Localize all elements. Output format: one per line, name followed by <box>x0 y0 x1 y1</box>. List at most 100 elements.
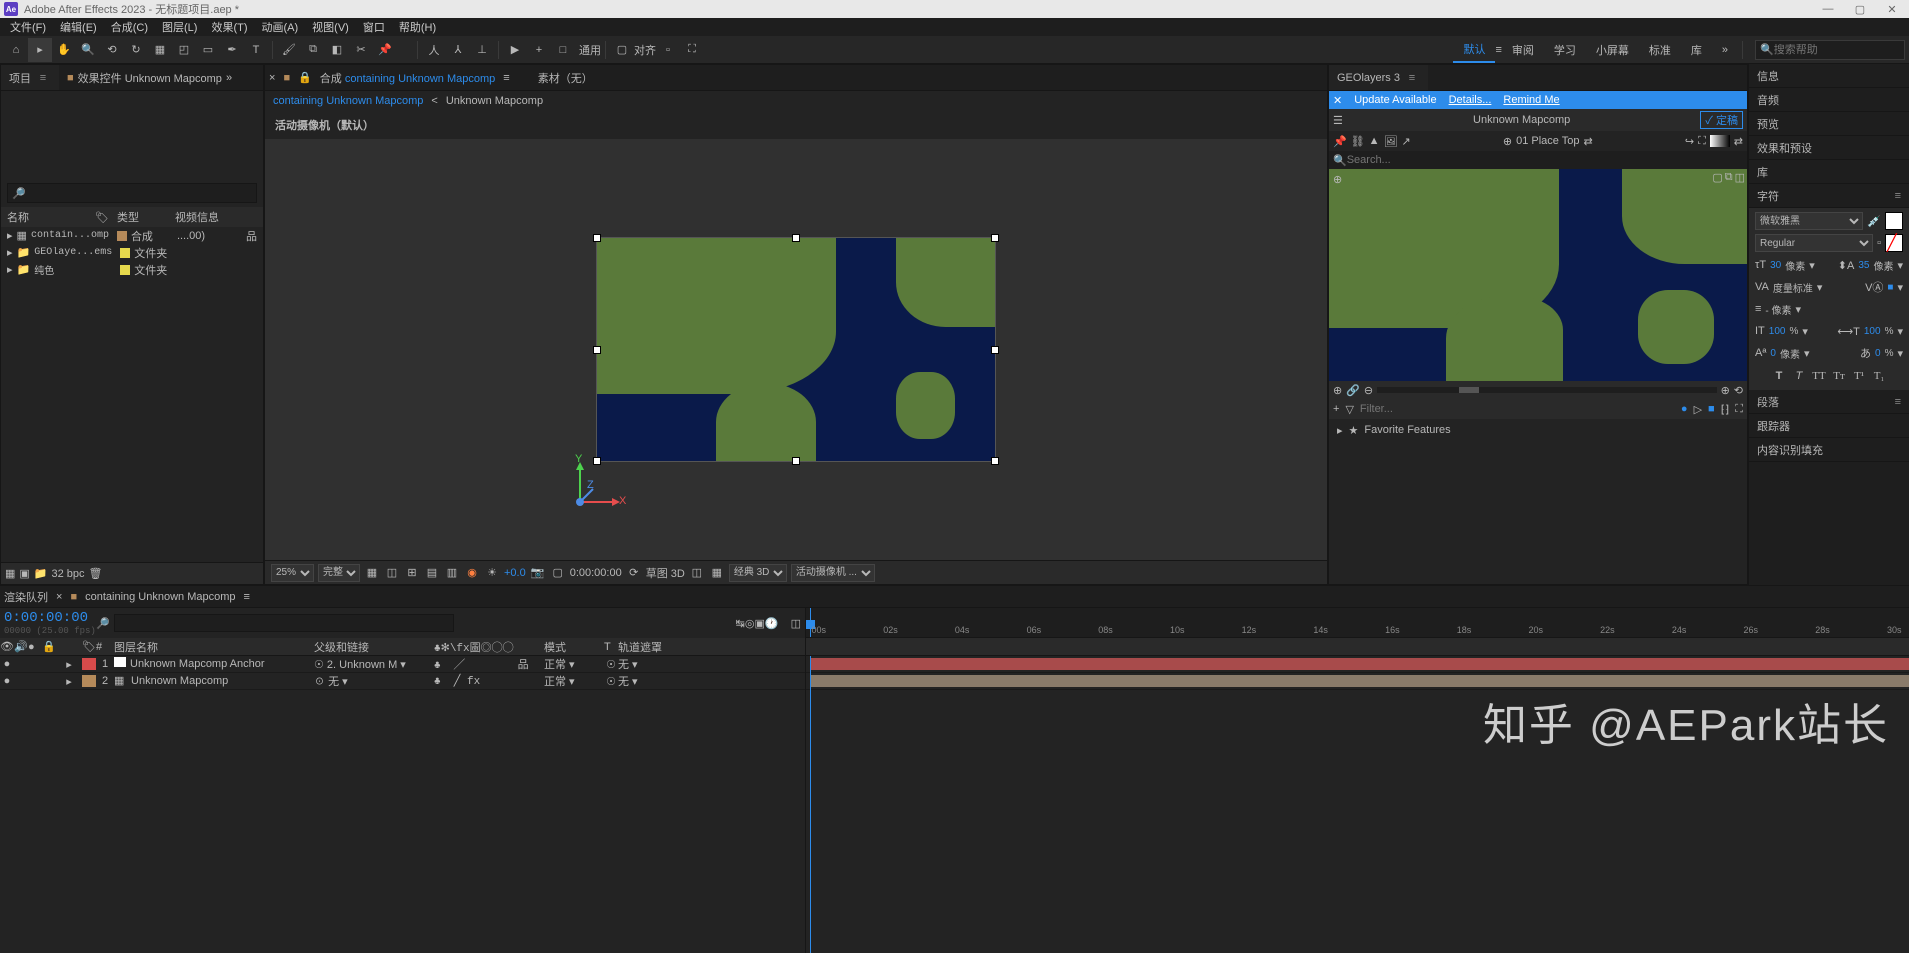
bold-button[interactable]: T <box>1770 368 1788 384</box>
snap2-icon[interactable]: ⛶ <box>680 38 704 62</box>
export-icon[interactable]: ↗ <box>1402 135 1411 148</box>
3dview-icon[interactable]: ▦ <box>709 565 725 581</box>
eye-icon[interactable]: 👁 <box>0 640 14 653</box>
allcaps-button[interactable]: TT <box>1810 368 1828 384</box>
brush-tool[interactable]: 🖌 <box>277 38 301 62</box>
project-item[interactable]: ▸📁GEOlaye...ems文件夹 <box>1 244 263 261</box>
col-track[interactable]: 轨道遮罩 <box>618 639 698 655</box>
list-icon[interactable]: ☰ <box>1333 114 1343 127</box>
swap-icon[interactable]: ⇄ <box>1584 135 1593 148</box>
layer-bar[interactable] <box>810 675 1909 687</box>
fill-swatch[interactable] <box>1885 212 1903 230</box>
hand-tool[interactable]: ✋ <box>52 38 76 62</box>
tl-icon3[interactable]: ▣ <box>754 617 764 630</box>
guides-icon[interactable]: ▥ <box>444 565 460 581</box>
timeline-tracks[interactable] <box>806 656 1909 953</box>
update-close-icon[interactable]: ✕ <box>1333 94 1342 107</box>
italic-button[interactable]: T <box>1790 368 1808 384</box>
baseline[interactable]: 0 <box>1770 348 1776 359</box>
camera-select[interactable]: 活动摄像机 ... <box>791 564 875 582</box>
speaker-icon[interactable]: 🔊 <box>14 640 28 653</box>
panel-contentfill[interactable]: 内容识别填充 <box>1749 438 1909 462</box>
panel-info[interactable]: 信息 <box>1749 64 1909 88</box>
lock-icon[interactable]: 🔒 <box>298 71 312 84</box>
snap-face-icon[interactable]: □ <box>551 38 575 62</box>
renderer-select[interactable]: 经典 3D <box>729 564 787 582</box>
align-icon[interactable]: ▢ <box>610 38 634 62</box>
link2-icon[interactable]: 🔗 <box>1346 384 1360 397</box>
menu-layer[interactable]: 图层(L) <box>156 19 203 35</box>
snapshot-icon[interactable]: 📷 <box>530 565 546 581</box>
reset-zoom-icon[interactable]: ⟲ <box>1734 384 1743 397</box>
fit-icon[interactable]: ⛶ <box>1698 135 1706 148</box>
close-tab-icon[interactable]: × <box>56 591 62 603</box>
brack-icon[interactable]: ⁅⁆ <box>1721 403 1730 416</box>
trash-icon[interactable]: 🗑 <box>89 567 103 580</box>
snap-point-icon[interactable]: ▶ <box>503 38 527 62</box>
grad-icon[interactable] <box>1710 135 1730 147</box>
col-parent[interactable]: 父级和链接 <box>314 639 434 655</box>
timeline-layer[interactable]: ● ▸ 1 Unknown Mapcomp Anchor ☉ 2. Unknow… <box>0 656 805 673</box>
effect-controls-tab[interactable]: ■效果控件 Unknown Mapcomp» <box>59 65 240 90</box>
workspace-review[interactable]: 审阅 <box>1502 36 1544 63</box>
col-type[interactable]: 类型 <box>117 209 139 225</box>
layer-icon[interactable]: ▲ <box>1369 135 1380 147</box>
new-comp-icon[interactable]: ▣ <box>19 567 29 580</box>
flowchart-icon[interactable]: 品 <box>246 228 257 244</box>
tl-icon1[interactable]: ↹ <box>736 617 745 630</box>
menu-help[interactable]: 帮助(H) <box>393 19 442 35</box>
snap-checkbox[interactable]: ▫ <box>656 38 680 62</box>
menu-effect[interactable]: 效果(T) <box>205 19 253 35</box>
geo-search-input[interactable] <box>1347 154 1743 166</box>
panel-character[interactable]: 字符≡ <box>1749 184 1909 208</box>
menu-file[interactable]: 文件(F) <box>4 19 52 35</box>
menu-edit[interactable]: 编辑(E) <box>54 19 103 35</box>
workspace-overflow-icon[interactable]: » <box>1712 36 1738 63</box>
panbehind-tool[interactable]: ◰ <box>172 38 196 62</box>
current-timecode[interactable]: 0:00:00:00 <box>4 610 96 626</box>
timeline-search[interactable] <box>114 614 454 632</box>
panel-preview[interactable]: 预览 <box>1749 112 1909 136</box>
clone-tool[interactable]: ⧉ <box>301 38 325 62</box>
col-layername[interactable]: 图层名称 <box>114 639 314 655</box>
col-mode[interactable]: 模式 <box>544 639 604 655</box>
update-details-link[interactable]: Details... <box>1449 94 1492 106</box>
viewer-tab-footage[interactable]: 素材（无） <box>538 70 593 86</box>
search-help[interactable]: 🔍 <box>1755 40 1905 60</box>
col-tag-icon[interactable]: 🏷 <box>95 211 109 224</box>
transparency-icon[interactable]: ▦ <box>364 565 380 581</box>
tri-icon[interactable]: ▷ <box>1694 403 1702 416</box>
project-tab[interactable]: 项目≡ <box>1 65 59 90</box>
menu-comp[interactable]: 合成(C) <box>105 19 154 35</box>
place-select[interactable]: 01 Place Top <box>1516 135 1579 147</box>
puppet-tool[interactable]: 📌 <box>373 38 397 62</box>
mask-icon[interactable]: ◫ <box>384 565 400 581</box>
image-icon[interactable]: 🖼 <box>1384 135 1398 148</box>
view-axis-icon[interactable]: ⊥ <box>470 38 494 62</box>
project-search[interactable]: 🔎 <box>7 183 257 203</box>
composition-canvas[interactable]: Y X Z <box>265 139 1327 560</box>
shape-tool[interactable]: ▭ <box>196 38 220 62</box>
smallcaps-button[interactable]: Tᴛ <box>1830 368 1848 384</box>
roto-tool[interactable]: ✂ <box>349 38 373 62</box>
maximize-button[interactable]: ▢ <box>1847 1 1873 17</box>
target-icon[interactable]: ⊕ <box>1503 135 1512 148</box>
project-tab-menu-icon[interactable]: ≡ <box>35 72 51 84</box>
menu-anim[interactable]: 动画(A) <box>256 19 305 35</box>
stroke-width[interactable]: - 像素 <box>1765 302 1791 317</box>
selection-tool[interactable]: ▸ <box>28 38 52 62</box>
expand-icon[interactable]: ⛶ <box>1735 403 1743 416</box>
workspace-lib[interactable]: 库 <box>1681 36 1712 63</box>
workspace-small[interactable]: 小屏幕 <box>1586 36 1639 63</box>
font-family-select[interactable]: 微软雅黑 <box>1755 212 1863 230</box>
time-ruler[interactable]: 00s 02s 04s 06s 08s 10s 12s 14s 16s 18s … <box>806 608 1909 638</box>
pin-icon[interactable]: 📌 <box>1333 135 1347 148</box>
breadcrumb-parent[interactable]: containing Unknown Mapcomp <box>273 95 423 107</box>
lock-icon[interactable]: 🔒 <box>42 640 56 653</box>
roi-icon[interactable]: ⊞ <box>404 565 420 581</box>
geo-filter-input[interactable] <box>1360 403 1675 415</box>
bpc-button[interactable]: 32 bpc <box>52 568 85 580</box>
workspace-learn[interactable]: 学习 <box>1544 36 1586 63</box>
rotate-tool[interactable]: ↻ <box>124 38 148 62</box>
zoom-out-icon[interactable]: ⊖ <box>1364 384 1373 397</box>
